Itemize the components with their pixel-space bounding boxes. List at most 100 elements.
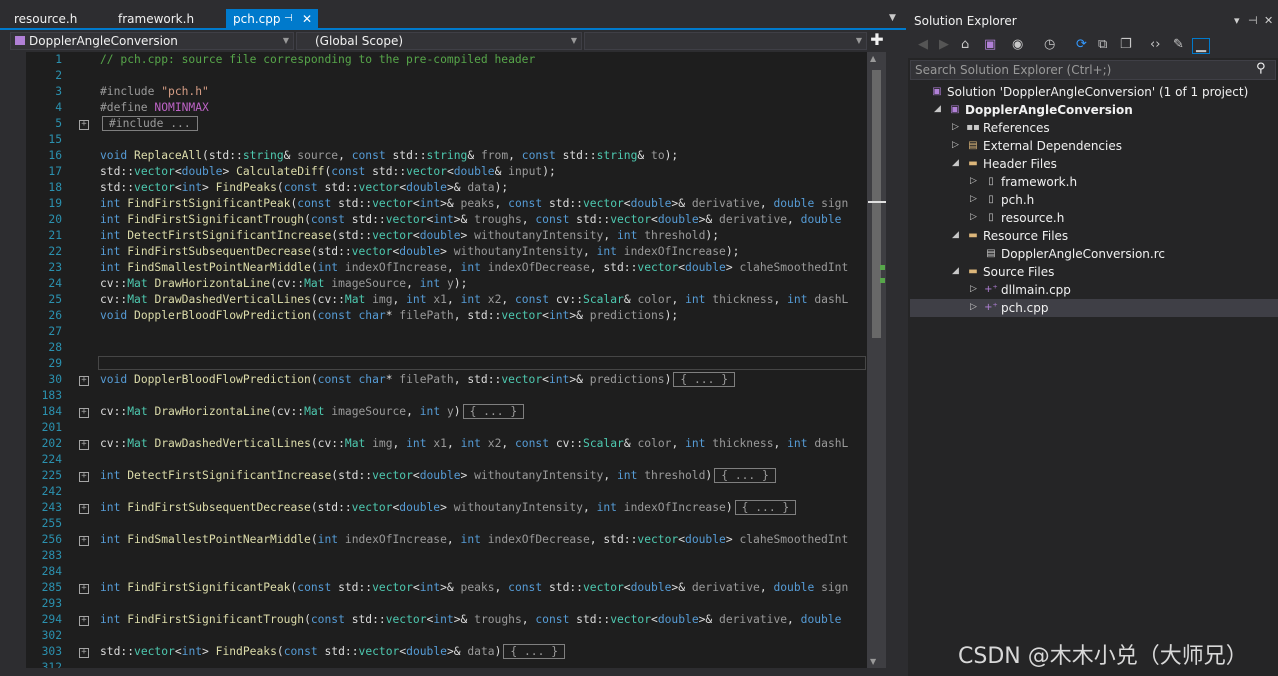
- tree-item[interactable]: pch.h: [1001, 191, 1034, 209]
- close-icon[interactable]: ✕: [302, 9, 312, 29]
- collapse-arrow-icon[interactable]: ◢: [952, 230, 959, 240]
- code-line[interactable]: #include "pch.h": [100, 85, 209, 98]
- expand-outline-icon[interactable]: +: [79, 504, 89, 514]
- tree-item[interactable]: DopplerAngleConversion: [965, 101, 1133, 119]
- collapse-arrow-icon[interactable]: ◢: [952, 266, 959, 276]
- expand-outline-icon[interactable]: +: [79, 408, 89, 418]
- collapse-arrow-icon[interactable]: ◢: [934, 104, 941, 114]
- expand-arrow-icon[interactable]: ▷: [952, 140, 959, 150]
- code-line[interactable]: void ReplaceAll(std::string& source, con…: [100, 149, 678, 162]
- collapsed-region[interactable]: { ... }: [673, 372, 736, 387]
- code-line[interactable]: int FindFirstSignificantTrough(const std…: [100, 613, 841, 626]
- solution-search-input[interactable]: Search Solution Explorer (Ctrl+;): [910, 60, 1276, 80]
- expand-arrow-icon[interactable]: ▷: [970, 302, 977, 312]
- code-line[interactable]: int FindSmallestPointNearMiddle(int inde…: [100, 261, 848, 274]
- collapsed-region[interactable]: { ... }: [714, 468, 776, 483]
- code-line[interactable]: int FindFirstSignificantPeak(const std::…: [100, 197, 848, 210]
- tree-item[interactable]: Solution 'DopplerAngleConversion' (1 of …: [947, 83, 1248, 101]
- home-icon[interactable]: ⌂: [961, 38, 969, 52]
- collapsed-region[interactable]: #include ...: [102, 116, 198, 131]
- expand-outline-icon[interactable]: +: [79, 440, 89, 450]
- code-line[interactable]: int FindFirstSignificantTrough(const std…: [100, 213, 841, 226]
- code-line[interactable]: int FindFirstSignificantPeak(const std::…: [100, 581, 848, 594]
- code-line[interactable]: cv::Mat DrawHorizontaLine(cv::Mat imageS…: [100, 277, 467, 290]
- tree-item[interactable]: References: [983, 119, 1050, 137]
- collapsed-region[interactable]: { ... }: [503, 644, 565, 659]
- code-line[interactable]: std::vector<int> FindPeaks(const std::ve…: [100, 644, 565, 659]
- scroll-down-icon[interactable]: ▼: [870, 657, 876, 666]
- globe-icon[interactable]: ◉: [1012, 38, 1023, 52]
- member-combo[interactable]: ▼: [584, 32, 867, 50]
- scope-combo[interactable]: (Global Scope) ▼: [296, 32, 582, 50]
- code-line[interactable]: int DetectFirstSignificantIncrease(std::…: [100, 468, 776, 483]
- expand-arrow-icon[interactable]: ▷: [952, 122, 959, 132]
- tree-item[interactable]: Source Files: [983, 263, 1054, 281]
- code-line[interactable]: #include ...: [100, 116, 198, 131]
- tab-resource-h[interactable]: resource.h: [0, 9, 100, 29]
- code-line[interactable]: cv::Mat DrawHorizontaLine(cv::Mat imageS…: [100, 404, 525, 419]
- chevron-down-icon: ▼: [282, 36, 289, 45]
- expand-outline-icon[interactable]: +: [79, 472, 89, 482]
- forward-icon[interactable]: ▶: [939, 38, 949, 52]
- collapsed-region[interactable]: { ... }: [462, 404, 525, 419]
- code-line[interactable]: std::vector<int> FindPeaks(const std::ve…: [100, 181, 508, 194]
- code-line[interactable]: int FindFirstSubsequentDecrease(std::vec…: [100, 500, 797, 515]
- tree-item[interactable]: DopplerAngleConversion.rc: [1001, 245, 1165, 263]
- collapsed-region[interactable]: { ... }: [734, 500, 797, 515]
- code-line[interactable]: cv::Mat DrawDashedVerticalLines(cv::Mat …: [100, 293, 848, 306]
- collapse-arrow-icon[interactable]: ◢: [952, 158, 959, 168]
- expand-outline-icon[interactable]: +: [79, 648, 89, 658]
- switch-views-icon[interactable]: ▣: [984, 38, 996, 52]
- properties-icon[interactable]: ✎: [1173, 38, 1184, 52]
- code-token: std::: [392, 149, 427, 162]
- pin-icon[interactable]: ⊣: [284, 9, 293, 29]
- code-line[interactable]: void DopplerBloodFlowPrediction(const ch…: [100, 309, 678, 322]
- code-line[interactable]: // pch.cpp: source file corresponding to…: [100, 53, 535, 66]
- code-token: peaks: [460, 581, 495, 594]
- code-line[interactable]: int FindFirstSubsequentDecrease(std::vec…: [100, 245, 739, 258]
- pending-changes-icon[interactable]: ◷: [1044, 38, 1055, 52]
- expand-arrow-icon[interactable]: ▷: [970, 176, 977, 186]
- tab-dropdown-icon[interactable]: ▼: [889, 13, 896, 23]
- close-icon[interactable]: ✕: [1264, 10, 1273, 32]
- expand-outline-icon[interactable]: +: [79, 376, 89, 386]
- scroll-up-icon[interactable]: ▲: [870, 54, 876, 63]
- tree-item[interactable]: framework.h: [1001, 173, 1077, 191]
- code-token: ,: [787, 213, 801, 226]
- tree-item[interactable]: Resource Files: [983, 227, 1068, 245]
- expand-outline-icon[interactable]: +: [79, 584, 89, 594]
- code-line[interactable]: int FindSmallestPointNearMiddle(int inde…: [100, 533, 848, 546]
- split-editor-icon[interactable]: ✚: [868, 31, 886, 49]
- panel-menu-icon[interactable]: ▾: [1234, 10, 1240, 32]
- code-line[interactable]: std::vector<double> CalculateDiff(const …: [100, 165, 556, 178]
- tree-item[interactable]: resource.h: [1001, 209, 1064, 227]
- code-token: dashL: [814, 437, 849, 450]
- expand-arrow-icon[interactable]: ▷: [970, 194, 977, 204]
- expand-arrow-icon[interactable]: ▷: [970, 284, 977, 294]
- code-line[interactable]: cv::Mat DrawDashedVerticalLines(cv::Mat …: [100, 437, 848, 450]
- tree-item[interactable]: Header Files: [983, 155, 1057, 173]
- project-combo[interactable]: DopplerAngleConversion ▼: [10, 32, 294, 50]
- tree-item[interactable]: dllmain.cpp: [1001, 281, 1071, 299]
- code-line[interactable]: void DopplerBloodFlowPrediction(const ch…: [100, 372, 736, 387]
- code-line[interactable]: #define NOMINMAX: [100, 101, 209, 114]
- tree-item[interactable]: External Dependencies: [983, 137, 1122, 155]
- search-icon[interactable]: ⚲: [1256, 61, 1266, 76]
- expand-outline-icon[interactable]: +: [79, 536, 89, 546]
- tree-item[interactable]: pch.cpp: [1001, 299, 1048, 317]
- tab-pch-cpp[interactable]: pch.cpp ⊣ ✕: [226, 9, 318, 29]
- collapse-all-icon[interactable]: ⧉: [1098, 38, 1107, 52]
- expand-outline-icon[interactable]: +: [79, 616, 89, 626]
- pin-icon[interactable]: ⊣: [1248, 10, 1258, 32]
- back-icon[interactable]: ◀: [918, 38, 928, 52]
- tab-framework-h[interactable]: framework.h: [104, 9, 216, 29]
- code-token: Mat: [127, 437, 155, 450]
- code-line[interactable]: int DetectFirstSignificantIncrease(std::…: [100, 229, 719, 242]
- view-code-icon[interactable]: ‹›: [1150, 38, 1160, 52]
- sync-icon[interactable]: ⟳: [1076, 38, 1087, 52]
- preview-icon[interactable]: ▁: [1192, 38, 1210, 54]
- scrollbar-thumb[interactable]: [872, 70, 881, 338]
- show-all-files-icon[interactable]: ❐: [1120, 38, 1132, 52]
- expand-arrow-icon[interactable]: ▷: [970, 212, 977, 222]
- expand-outline-icon[interactable]: +: [79, 120, 89, 130]
